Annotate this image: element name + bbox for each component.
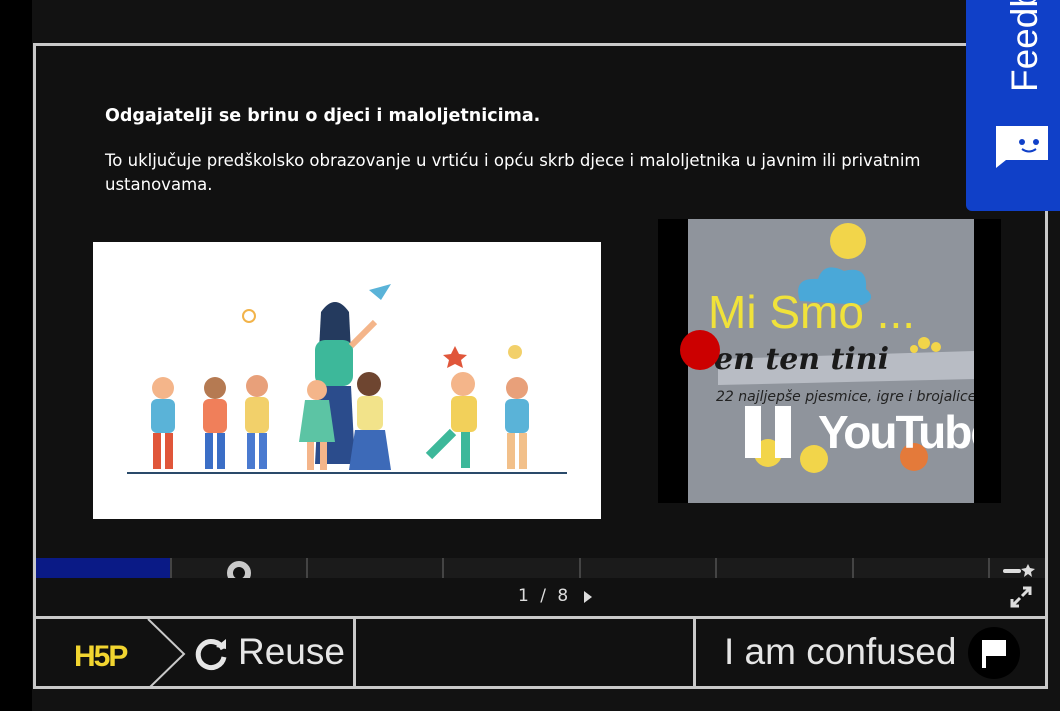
thumbnail-handwritten-title: en ten tini xyxy=(714,342,889,377)
video-thumbnail: en ten tini 22 najljepše pjesmice, igre … xyxy=(688,219,974,503)
feedback-chat-icon xyxy=(996,126,1048,168)
slide-progress-bar[interactable] xyxy=(36,558,1045,585)
feedback-tab[interactable]: Feedback xyxy=(966,0,1060,211)
presentation-frame: Odgajatelji se brinu o djeci i maloljetn… xyxy=(33,43,1048,690)
slide-navigation: 1 / 8 xyxy=(36,564,1045,616)
progress-tick[interactable] xyxy=(170,558,172,578)
current-slide: 1 xyxy=(518,586,529,606)
youtube-logo: YouTube xyxy=(818,406,974,458)
next-arrow-icon[interactable] xyxy=(579,587,597,607)
reuse-button[interactable]: Reuse xyxy=(186,619,356,689)
progress-fill xyxy=(36,558,171,578)
fullscreen-icon[interactable] xyxy=(1009,585,1033,609)
svg-text:H5P: H5P xyxy=(74,640,127,673)
slide-content: Odgajatelji se brinu o djeci i maloljetn… xyxy=(36,46,1045,558)
h5p-cell: H5P xyxy=(36,618,186,690)
video-title: Mi Smo ... xyxy=(708,286,916,338)
slide-counter: 1 / 8 xyxy=(518,586,568,606)
total-slides: 8 xyxy=(557,586,569,606)
children-illustration xyxy=(93,242,601,519)
youtube-video-embed[interactable]: en ten tini 22 najljepše pjesmice, igre … xyxy=(658,219,1001,503)
flag-button[interactable] xyxy=(968,627,1020,679)
progress-tick[interactable] xyxy=(579,558,581,578)
footer-bar: H5P Reuse I am confused xyxy=(36,616,1045,690)
progress-tick[interactable] xyxy=(442,558,444,578)
progress-tick[interactable] xyxy=(306,558,308,578)
progress-tick[interactable] xyxy=(852,558,854,578)
slide-heading: Odgajatelji se brinu o djeci i maloljetn… xyxy=(105,106,541,126)
pause-icon[interactable] xyxy=(745,406,791,458)
h5p-logo[interactable]: H5P xyxy=(36,618,186,690)
footer-spacer xyxy=(356,619,696,689)
menu-star-icon[interactable] xyxy=(1003,564,1035,578)
slide-description: To uključuje predškolsko obrazovanje u v… xyxy=(105,151,921,194)
feedback-label: Feedback xyxy=(1004,0,1045,92)
confused-label: I am confused xyxy=(724,631,957,672)
progress-tick[interactable] xyxy=(715,558,717,578)
confused-button[interactable]: I am confused xyxy=(696,619,1045,689)
flag-icon xyxy=(982,640,1006,668)
left-edge-strip xyxy=(0,0,32,711)
record-dot-icon xyxy=(680,330,720,370)
progress-tick[interactable] xyxy=(988,558,990,578)
reuse-label: Reuse xyxy=(238,631,345,672)
refresh-icon xyxy=(195,639,227,671)
thumbnail-subtitle: 22 najljepše pjesmice, igre i brojalice xyxy=(716,389,974,405)
counter-separator: / xyxy=(540,586,546,606)
